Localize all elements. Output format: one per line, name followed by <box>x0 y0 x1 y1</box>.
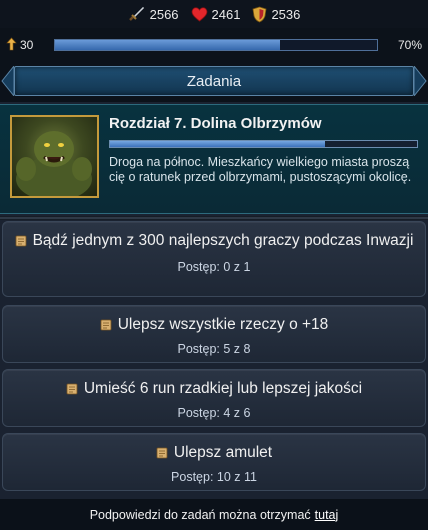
quest-progress: Postęp: 10 z 11 <box>171 470 257 484</box>
ogre-portrait <box>10 115 99 198</box>
health-stat: 2461 <box>191 6 241 22</box>
chapter-title: Rozdział 7. Dolina Olbrzymów <box>109 115 322 132</box>
attack-stat: 2566 <box>128 5 179 23</box>
defense-value: 2536 <box>271 6 301 22</box>
footer-text: Podpowiedzi do zadań można otrzymać <box>89 507 311 522</box>
shield-icon <box>252 6 267 23</box>
quest-title: Umieść 6 run rzadkiej lub lepszej jakośc… <box>83 380 363 397</box>
scroll-icon <box>15 233 27 254</box>
chapter-description: Droga na północ. Mieszkańcy wielkiego mi… <box>109 155 412 184</box>
xp-percent: 70% <box>397 38 422 52</box>
xp-progress-fill <box>55 40 281 50</box>
header-banner: Zadania <box>0 62 428 102</box>
quest-title: Ulepsz amulet <box>173 444 273 461</box>
scroll-icon <box>156 445 168 466</box>
sword-icon <box>128 5 146 23</box>
banner-left-ornament <box>1 66 14 96</box>
defense-stat: 2536 <box>252 6 300 23</box>
quest-card[interactable]: Ulepsz wszystkie rzeczy o +18 Postęp: 5 … <box>2 305 426 363</box>
quest-card[interactable]: Ulepsz amulet Postęp: 10 z 11 <box>2 433 426 491</box>
health-value: 2461 <box>211 6 241 22</box>
level-up-arrow-icon <box>6 37 17 54</box>
divider <box>0 216 428 220</box>
footer-hint: Podpowiedzi do zadań można otrzymać tuta… <box>0 499 428 530</box>
quest-card[interactable]: Umieść 6 run rzadkiej lub lepszej jakośc… <box>2 369 426 427</box>
banner-right-ornament <box>414 66 427 96</box>
level-value: 30 <box>20 38 34 52</box>
heart-icon <box>191 6 208 22</box>
quest-card[interactable]: Bądź jednym z 300 najlepszych graczy pod… <box>2 221 426 297</box>
help-link[interactable]: tutaj <box>315 508 339 522</box>
level-indicator: 30 <box>6 37 48 54</box>
scroll-icon <box>100 317 112 338</box>
attack-value: 2566 <box>149 6 179 22</box>
level-bar: 30 70% <box>0 28 428 62</box>
chapter-progress-bar <box>109 140 418 148</box>
scroll-icon <box>66 381 78 402</box>
page-title: Zadania <box>14 66 414 96</box>
stats-bar: 2566 2461 2536 <box>0 0 428 28</box>
chapter-panel[interactable]: Rozdział 7. Dolina Olbrzymów Droga na pó… <box>0 104 428 214</box>
xp-progress-bar <box>54 39 378 51</box>
chapter-progress-fill <box>110 141 325 147</box>
quest-title: Ulepsz wszystkie rzeczy o +18 <box>117 316 329 333</box>
quest-title: Bądź jednym z 300 najlepszych graczy pod… <box>32 232 414 249</box>
quest-progress: Postęp: 5 z 8 <box>177 342 251 356</box>
quest-progress: Postęp: 4 z 6 <box>177 406 251 420</box>
quest-progress: Postęp: 0 z 1 <box>177 260 251 274</box>
